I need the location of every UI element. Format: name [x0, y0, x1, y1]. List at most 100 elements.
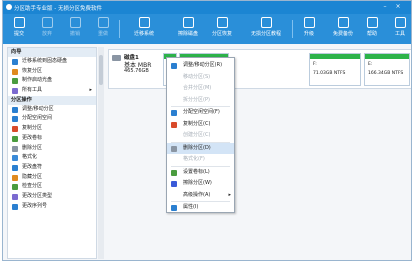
sidebar-item[interactable]: 恢复分区: [8, 67, 96, 77]
menu-item[interactable]: 调整/移动分区(R): [167, 60, 234, 72]
sidebar-item-label: 制作启动光盘: [22, 77, 53, 84]
toolbar-button-6[interactable]: 分区恢复: [208, 16, 236, 42]
sidebar-item-label: 更改盘符: [22, 163, 43, 170]
toolbar-label: 提交: [13, 31, 24, 37]
sidebar-item-label: 更改分区类型: [22, 192, 53, 199]
partition-usage-bar: [310, 54, 360, 59]
menu-item[interactable]: 设置卷标(L): [167, 167, 234, 179]
menu-item-label: 移动分区(S): [183, 73, 211, 80]
toolbar-button-3[interactable]: 重做: [93, 16, 113, 42]
window-title: 分区助手专业版 - 无损分区免费软件: [14, 6, 102, 12]
sidebar-item-label: 删除分区: [22, 144, 43, 151]
toolbar-label: 分区恢复: [211, 31, 232, 37]
info-icon: [171, 205, 177, 211]
menu-item: 拆分分区(P): [167, 95, 234, 107]
sidebar-item-icon: [12, 174, 18, 181]
menu-item-label: 调整/移动分区(R): [183, 62, 223, 68]
menu-item[interactable]: 删除分区(D): [167, 142, 234, 154]
sidebar-item-label: 隐藏分区: [22, 173, 43, 180]
sidebar-item[interactable]: 迁移系统到固态硬盘: [8, 57, 96, 67]
toolbar-button-8[interactable]: 升级: [299, 16, 319, 42]
menu-item-label: 高级操作(A): [183, 191, 211, 198]
sidebar-item-label: 更改卷标: [22, 134, 43, 141]
sidebar-item[interactable]: 更改分区类型: [8, 192, 96, 202]
sidebar-item[interactable]: 删除分区: [8, 144, 96, 154]
undo-icon: [41, 17, 53, 28]
toolbar-button-10[interactable]: 帮助: [363, 16, 381, 42]
app-logo-icon: [6, 4, 12, 10]
menu-item[interactable]: 擦除分区(W): [167, 178, 234, 190]
partition-block[interactable]: E: 166.34GB NTFS: [364, 53, 410, 86]
partition-usage-bar: [365, 54, 409, 59]
sidebar-item[interactable]: 分配空闲空间: [8, 114, 96, 124]
sidebar-item[interactable]: 隐藏分区: [8, 173, 96, 183]
menu-item-label: 格式化(F): [183, 156, 205, 162]
toolbar-label: 免费备份: [332, 31, 353, 37]
partition-label: F:: [313, 62, 317, 67]
close-button[interactable]: ×: [394, 3, 402, 10]
sidebar-item-icon: [12, 116, 18, 123]
sidebar-item-label: 格式化: [22, 154, 38, 161]
toolbar-button-1[interactable]: 放弃: [37, 16, 57, 42]
scrollbar-thumb[interactable]: [99, 55, 103, 85]
backup-icon: [337, 17, 349, 28]
menu-item-label: 删除分区(D): [183, 144, 211, 151]
tutorial-icon: [260, 17, 272, 28]
sidebar-item[interactable]: 复制分区: [8, 124, 96, 134]
toolbar-label: 擦除磁盘: [177, 31, 198, 37]
sidebar-item[interactable]: 更改卷标: [8, 134, 96, 144]
menu-item[interactable]: 属性(I): [167, 202, 234, 214]
sidebar-item[interactable]: 所有工具 ▸: [8, 86, 96, 96]
sidebar-item-label: 所有工具: [22, 87, 43, 94]
sidebar-item[interactable]: 更改盘符: [8, 163, 96, 173]
sidebar-item-icon: [12, 59, 18, 65]
toolbar-button-5[interactable]: 擦除磁盘: [175, 16, 201, 42]
menu-item-label: 创建分区(C): [183, 132, 211, 138]
menu-item-label: 设置卷标(L): [183, 168, 210, 175]
sidebar-item-icon: [12, 78, 18, 85]
upgrade-icon: [303, 17, 315, 28]
chevron-right-icon: ▸: [228, 191, 231, 198]
toolbar-button-2[interactable]: 撤销: [65, 16, 85, 42]
toolbar-button-9[interactable]: 免费备份: [330, 16, 356, 42]
toolbar-label: 放弃: [41, 31, 52, 37]
undo-arrow-icon: [69, 17, 81, 28]
app-window: 分区助手专业版 - 无损分区免费软件 – × 提交 放弃 撤销 重做 迁移系统 擦除磁盘分…: [2, 0, 412, 261]
sidebar-item-label: 分配空闲空间: [22, 115, 53, 122]
sidebar-item-icon: [12, 164, 18, 171]
title-bar: 分区助手专业版 - 无损分区免费软件 – ×: [3, 1, 411, 14]
sidebar-item[interactable]: 更改序列号: [8, 202, 96, 212]
toolbar-button-11[interactable]: 工具: [391, 16, 409, 42]
sidebar-item-icon: [12, 88, 18, 95]
toolbar-label: 撤销: [69, 31, 80, 37]
partition-block[interactable]: F: 71.03GB NTFS: [309, 53, 361, 86]
minimize-button[interactable]: –: [381, 3, 389, 10]
sidebar-item[interactable]: 调整/移动分区: [8, 105, 96, 115]
sidebar-item-icon: [12, 184, 18, 191]
toolbar-button-7[interactable]: 无损分区教程: [246, 16, 286, 42]
toolbar-button-0[interactable]: 提交: [9, 16, 29, 42]
toolbar-button-4[interactable]: 迁移系统: [129, 16, 159, 42]
partition-size: 166.34GB NTFS: [368, 71, 404, 76]
erase-icon: [182, 17, 194, 28]
menu-item[interactable]: 复制分区(C): [167, 119, 234, 131]
partition-label: E:: [368, 62, 373, 67]
sidebar-item-label: 迁移系统到固态硬盘: [22, 58, 68, 64]
sidebar-item[interactable]: 检查分区: [8, 182, 96, 192]
sidebar-item[interactable]: 格式化: [8, 153, 96, 163]
migrate-icon: [138, 17, 150, 28]
disk-panel[interactable]: 磁盘1 基本 MBR 465.76GB C:F:71.03GB NTFSE:16…: [108, 49, 411, 89]
sidebar-item[interactable]: 制作启动光盘: [8, 76, 96, 86]
menu-item-label: 属性(I): [183, 204, 199, 210]
sidebar-item-icon: [12, 135, 18, 142]
menu-item[interactable]: 高级操作(A) ▸: [167, 190, 234, 202]
sidebar-scrollbar[interactable]: [98, 47, 104, 259]
toolbar-separator: [292, 20, 293, 38]
sidebar-item-icon: [12, 193, 18, 200]
context-menu: 调整/移动分区(R) 移动分区(S) 合并分区(M) 拆分分区(P) 分配空闲空间(F)…: [166, 57, 235, 213]
menu-item-label: 擦除分区(W): [183, 180, 212, 186]
partition-size: 71.03GB NTFS: [313, 71, 346, 76]
copy-icon: [171, 121, 177, 128]
menu-item[interactable]: 分配空闲空间(F): [167, 107, 234, 119]
toolbar-label: 无损分区教程: [250, 31, 281, 37]
